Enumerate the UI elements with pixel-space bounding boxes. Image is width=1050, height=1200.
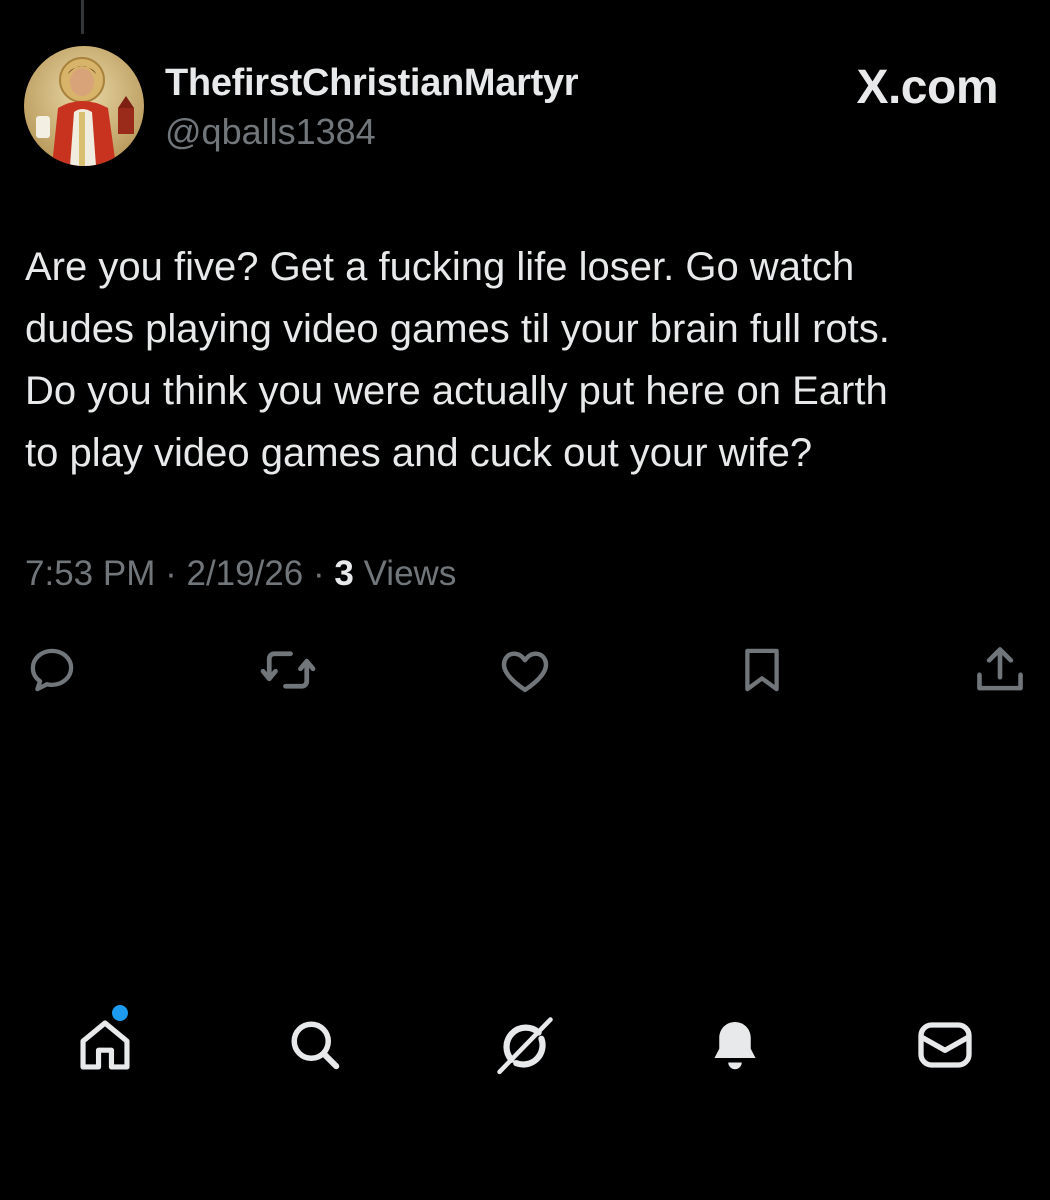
tweet-text: Are you five? Get a fucking life loser. … [25, 236, 1035, 484]
site-watermark: X.com [856, 61, 998, 114]
share-button[interactable] [970, 640, 1030, 700]
thread-connector-line [81, 0, 84, 34]
saint-icon-avatar-image [24, 46, 144, 166]
messages-envelope-icon [918, 1022, 972, 1068]
home-icon [80, 1020, 130, 1070]
tweet-date[interactable]: 2/19/26 [186, 554, 303, 593]
tweet-text-line: to play video games and cuck out your wi… [25, 431, 813, 475]
grok-icon [497, 1017, 553, 1075]
reply-button[interactable] [22, 640, 82, 700]
avatar[interactable] [24, 46, 144, 166]
views-count[interactable]: 3 [334, 554, 353, 593]
repost-icon [260, 651, 316, 689]
reply-icon [30, 648, 74, 692]
meta-separator: · [313, 554, 325, 593]
heart-icon [501, 651, 549, 693]
tweet-text-line: dudes playing video games til your brain… [25, 307, 890, 351]
search-icon [291, 1021, 340, 1070]
nav-home[interactable] [65, 1005, 145, 1085]
tweet-text-line: Do you think you were actually put here … [25, 369, 888, 413]
tweet-meta: 7:53 PM · 2/19/26 · 3 Views [25, 554, 456, 594]
views-label[interactable]: Views [364, 554, 457, 593]
repost-button[interactable] [258, 640, 318, 700]
bookmark-button[interactable] [732, 640, 792, 700]
like-button[interactable] [495, 640, 555, 700]
nav-search[interactable] [275, 1005, 355, 1085]
unread-dot [112, 1005, 128, 1021]
author-handle[interactable]: @qballs1384 [165, 111, 376, 153]
tweet-time[interactable]: 7:53 PM [25, 554, 155, 593]
bottom-nav-bar [0, 1005, 1050, 1085]
nav-grok[interactable] [485, 1005, 565, 1085]
author-display-name[interactable]: ThefirstChristianMartyr [165, 62, 579, 105]
nav-notifications[interactable] [695, 1005, 775, 1085]
share-icon [977, 647, 1023, 691]
tweet-text-line: Are you five? Get a fucking life loser. … [25, 245, 855, 289]
nav-messages[interactable] [905, 1005, 985, 1085]
notifications-bell-icon [714, 1022, 756, 1070]
tweet-action-bar [0, 640, 1050, 700]
bookmark-icon [745, 648, 779, 692]
meta-separator: · [165, 554, 177, 593]
